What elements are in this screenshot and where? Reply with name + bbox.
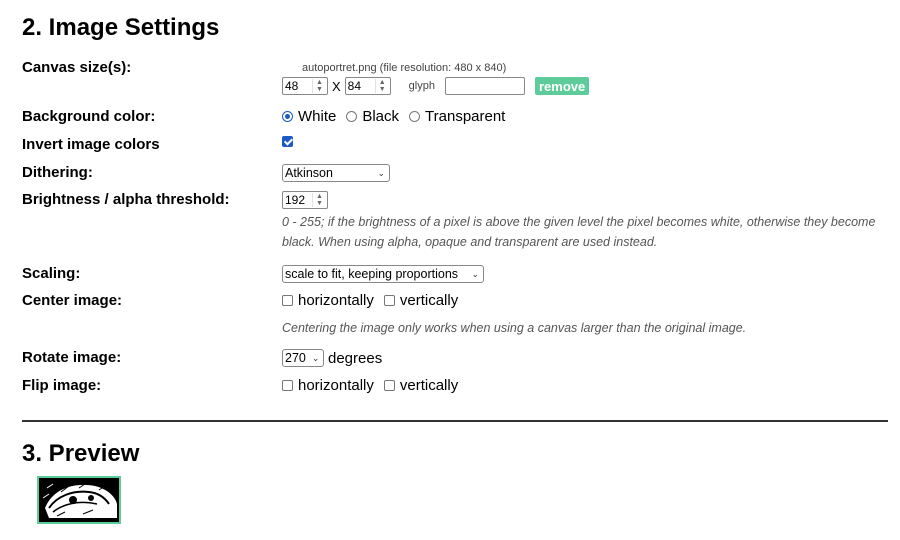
canvas-height-input[interactable]: 84 ▲ ▼	[344, 77, 391, 95]
chevron-down-icon: ⌄	[471, 268, 479, 279]
checkbox-icon[interactable]	[383, 295, 395, 306]
dithering-row: Atkinson ⌄	[282, 164, 390, 182]
center-note: Centering the image only works when usin…	[282, 321, 747, 335]
radio-icon[interactable]	[346, 111, 358, 122]
option-label: White	[298, 108, 337, 125]
spin-arrows-icon[interactable]: ▲ ▼	[374, 79, 389, 93]
threshold-row: 192 ▲ ▼	[282, 191, 328, 209]
spin-arrows-icon[interactable]: ▲ ▼	[312, 79, 326, 93]
scaling-label: Scaling:	[22, 265, 81, 282]
invert-row	[282, 136, 293, 147]
option-label: vertically	[399, 377, 459, 394]
chevron-down-icon: ⌄	[311, 352, 320, 363]
section-title-preview: 3. Preview	[22, 440, 140, 467]
rotate-image-label: Rotate image:	[22, 349, 122, 366]
canvas-width-input[interactable]: 48 ▲ ▼	[282, 77, 328, 95]
dithering-select[interactable]: Atkinson ⌄	[282, 164, 390, 182]
spin-arrows-icon[interactable]: ▲ ▼	[312, 193, 326, 207]
remove-button[interactable]: remove	[534, 77, 590, 95]
flip-image-label: Flip image:	[22, 377, 102, 394]
scaling-select[interactable]: scale to fit, keeping proportions ⌄	[282, 265, 484, 283]
dithering-label: Dithering:	[22, 164, 93, 181]
file-info: autoportret.png (file resolution: 480 x …	[302, 62, 507, 74]
checkbox-icon[interactable]	[383, 380, 395, 391]
radio-icon[interactable]	[409, 111, 421, 122]
invert-colors-label: Invert image colors	[22, 136, 160, 153]
radio-selected-icon[interactable]	[282, 111, 293, 122]
glyph-input[interactable]	[444, 77, 525, 95]
threshold-label: Brightness / alpha threshold:	[22, 191, 230, 208]
threshold-note: 0 - 255; if the brightness of a pixel is…	[282, 215, 876, 249]
section-title-image-settings: 2. Image Settings	[22, 14, 220, 41]
checkbox-icon[interactable]	[282, 380, 293, 391]
background-options: White Black Transparent	[282, 108, 515, 125]
center-options: horizontally vertically	[282, 292, 468, 309]
canvas-height-value: 84	[347, 79, 362, 93]
canvas-size-label: Canvas size(s):	[22, 59, 132, 76]
canvas-size-row: 48 ▲ ▼ X 84 ▲ ▼ glyph remove	[282, 77, 590, 95]
background-color-label: Background color:	[22, 108, 156, 125]
option-label: Black	[362, 108, 400, 125]
times-separator: X	[332, 78, 341, 94]
background-option-transparent[interactable]: Transparent	[409, 108, 505, 125]
background-option-white[interactable]: White	[282, 108, 336, 125]
center-image-label: Center image:	[22, 292, 123, 309]
preview-image	[39, 478, 119, 522]
select-value: Atkinson	[285, 166, 333, 180]
checkbox-icon[interactable]	[282, 295, 293, 306]
glyph-label: glyph	[408, 80, 435, 92]
select-value: scale to fit, keeping proportions	[285, 267, 459, 281]
option-label: horizontally	[298, 377, 374, 394]
rotate-row: 270 ⌄ degrees	[282, 349, 382, 367]
threshold-value: 192	[285, 193, 306, 207]
select-value: 270	[285, 351, 306, 365]
chevron-down-icon: ⌄	[377, 167, 385, 178]
center-vertical-option[interactable]: vertically	[383, 292, 459, 309]
invert-checkbox[interactable]	[282, 136, 293, 147]
option-label: vertically	[399, 292, 459, 309]
option-label: Transparent	[425, 108, 506, 125]
scaling-row: scale to fit, keeping proportions ⌄	[282, 265, 484, 283]
rotate-unit: degrees	[328, 349, 383, 367]
option-label: horizontally	[298, 292, 374, 309]
canvas-width-value: 48	[285, 79, 299, 93]
section-divider	[22, 420, 888, 422]
rotate-select[interactable]: 270 ⌄	[282, 349, 324, 367]
flip-vertical-option[interactable]: vertically	[383, 377, 459, 394]
flip-options: horizontally vertically	[282, 377, 468, 394]
preview-canvas[interactable]	[37, 476, 121, 524]
background-option-black[interactable]: Black	[346, 108, 399, 125]
flip-horizontal-option[interactable]: horizontally	[282, 377, 374, 394]
threshold-input[interactable]: 192 ▲ ▼	[282, 191, 328, 209]
center-horizontal-option[interactable]: horizontally	[282, 292, 374, 309]
